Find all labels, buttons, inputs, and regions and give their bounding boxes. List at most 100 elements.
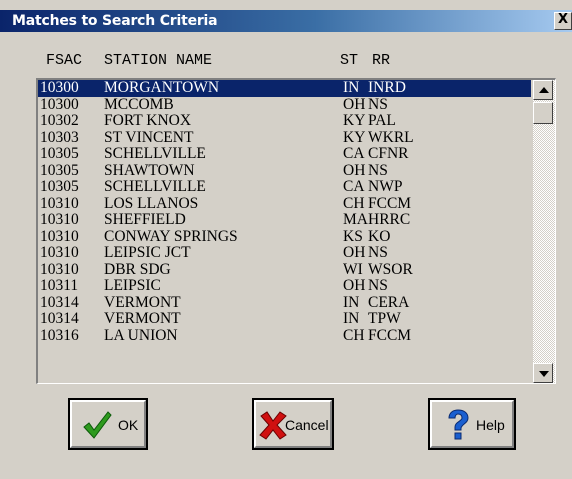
cell-st: KY [343,128,366,146]
cell-station-name: LEIPSIC JCT [104,244,191,261]
table-row[interactable]: 10305 SHAWTOWN OH NS [38,161,531,180]
cell-station-name: VERMONT [104,293,181,311]
cell-fsac: 10310 [40,244,79,261]
cell-fsac: 10300 [40,79,79,96]
cell-rr: CERA [368,293,410,311]
cell-fsac: 10305 [40,145,79,162]
cell-fsac: 10305 [40,161,79,179]
table-row[interactable]: 10311 LEIPSIC OH NS [38,277,531,295]
table-row[interactable]: 10300 MORGANTOWN IN INRD [38,80,531,97]
results-list: 10300 MORGANTOWN IN INRD 10300 MCCOMB OH NS 1030… [38,80,531,344]
table-row[interactable]: 10310 CONWAY SPRINGS KS KO [38,227,531,246]
table-row[interactable]: 10305 SCHELLVILLE CA NWP [38,178,531,196]
cell-rr: FCCM [368,326,412,344]
cell-station-name: VERMONT [104,310,181,327]
cell-rr: NS [368,161,388,179]
header-fsac: FSAC [46,52,83,69]
table-row[interactable]: 10305 SCHELLVILLE CA CFNR [38,145,531,163]
scroll-thumb[interactable] [533,102,553,124]
cell-rr: NS [368,95,388,113]
ok-label: OK [118,417,139,433]
table-row[interactable]: 10303 ST VINCENT KY WKRL [38,128,531,147]
cell-rr: KO [368,227,391,245]
cell-st: KY [343,112,366,129]
cell-st: CH [343,194,365,212]
cancel-button[interactable]: Cancel [252,398,334,450]
cell-station-name: SCHELLVILLE [104,178,206,195]
cell-fsac: 10310 [40,260,79,278]
table-row[interactable]: 10316 LA UNION CH FCCM [38,326,531,345]
vertical-scrollbar[interactable] [533,80,555,383]
results-listbox[interactable]: 10300 MORGANTOWN IN INRD 10300 MCCOMB OH NS 1030… [36,78,556,384]
cell-st: OH [343,161,366,179]
cell-rr: NS [368,244,388,261]
table-row[interactable]: 10314 VERMONT IN TPW [38,310,531,328]
header-st: ST [340,52,359,69]
cancel-label: Cancel [285,417,329,433]
window-title: Matches to Search Criteria [12,13,218,29]
table-row[interactable]: 10310 LEIPSIC JCT OH NS [38,244,531,262]
cell-st: IN [343,293,360,311]
ok-button[interactable]: OK [68,398,148,450]
cell-st: IN [343,310,360,327]
cell-fsac: 10314 [40,310,79,327]
cell-rr: INRD [368,79,406,96]
cell-station-name: ST VINCENT [104,128,194,146]
help-button[interactable]: Help [428,398,516,450]
cell-fsac: 10310 [40,194,79,212]
cell-rr: WSOR [368,260,413,278]
cell-station-name: FORT KNOX [104,112,192,129]
cell-fsac: 10305 [40,178,79,195]
cell-st: CA [343,178,365,195]
cell-fsac: 10311 [40,277,79,294]
cell-rr: NWP [368,178,403,195]
table-row[interactable]: 10310 LOS LLANOS CH FCCM [38,194,531,213]
table-row[interactable]: 10310 SHEFFIELD MA HRRC [38,211,531,229]
arrow-down-icon [539,371,549,377]
arrow-up-icon [539,87,549,93]
cell-fsac: 10310 [40,227,79,245]
cell-station-name: SCHELLVILLE [104,145,206,162]
table-row[interactable]: 10300 MCCOMB OH NS [38,95,531,114]
cell-st: IN [343,79,360,96]
title-bar: Matches to Search Criteria X [0,10,572,32]
cell-fsac: 10316 [40,326,79,344]
cell-st: CA [343,145,365,162]
checkmark-icon [83,411,112,439]
cell-fsac: 10314 [40,293,79,311]
cell-st: MA [343,211,368,228]
dialog-window: Matches to Search Criteria X FSAC STATIO… [0,0,572,479]
cell-fsac: 10300 [40,95,79,113]
cell-station-name: DBR SDG [104,260,171,278]
scroll-down-button[interactable] [533,363,553,383]
cell-station-name: SHAWTOWN [104,161,195,179]
question-mark-icon [448,409,469,440]
cell-st: OH [343,244,366,261]
cell-station-name: LA UNION [104,326,178,344]
cell-rr: NS [368,277,388,294]
cell-fsac: 10303 [40,128,79,146]
cell-rr: CFNR [368,145,409,162]
cell-fsac: 10302 [40,112,79,129]
header-rr: RR [372,52,391,69]
cell-st: WI [343,260,363,278]
cell-st: CH [343,326,365,344]
cell-fsac: 10310 [40,211,79,228]
cell-st: OH [343,95,366,113]
table-row[interactable]: 10314 VERMONT IN CERA [38,293,531,312]
cell-station-name: LOS LLANOS [104,194,199,212]
cell-rr: FCCM [368,194,412,212]
cell-rr: TPW [368,310,401,327]
cell-st: OH [343,277,366,294]
table-row[interactable]: 10310 DBR SDG WI WSOR [38,260,531,279]
red-x-icon [259,411,287,440]
cell-rr: WKRL [368,128,414,146]
cell-station-name: LEIPSIC [104,277,161,294]
scroll-up-button[interactable] [533,80,553,100]
table-row[interactable]: 10302 FORT KNOX KY PAL [38,112,531,130]
cell-rr: HRRC [368,211,411,228]
cell-rr: PAL [368,112,396,129]
close-button[interactable]: X [554,12,572,30]
cell-st: KS [343,227,363,245]
cell-station-name: CONWAY SPRINGS [104,227,238,245]
